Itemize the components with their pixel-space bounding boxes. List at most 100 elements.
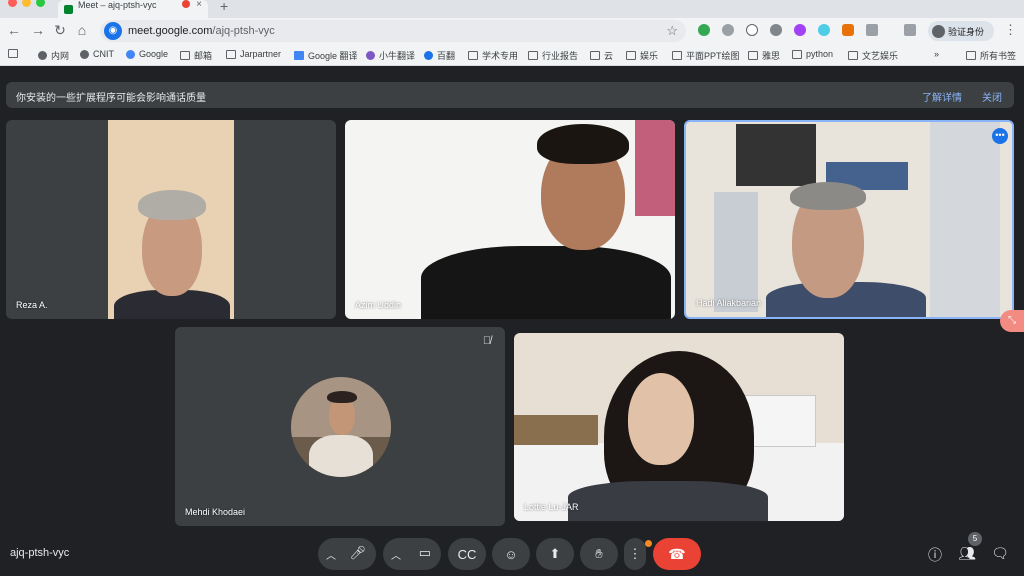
profile-button[interactable]: 验证身份 (928, 21, 994, 41)
folder-icon (226, 49, 236, 59)
people-icon[interactable]: 👥︎ (958, 545, 976, 563)
extension-green-icon[interactable] (698, 24, 710, 36)
forward-icon[interactable]: → (30, 22, 46, 38)
extension-gray-icon[interactable] (770, 24, 782, 36)
download-icon[interactable] (904, 24, 916, 36)
zoom-window-button[interactable] (36, 0, 45, 7)
browser-toolbar: ← → ↻ ⌂ ◉ meet.google.com/ajq-ptsh-vyc ☆… (0, 18, 1024, 44)
reactions-button[interactable]: ☺ (492, 538, 530, 570)
captions-icon: CC (457, 546, 477, 562)
reload-icon[interactable]: ↻ (52, 22, 68, 38)
raise-hand-button[interactable]: ✋︎ (580, 538, 618, 570)
extension-color-icon[interactable] (794, 24, 806, 36)
extension-c-icon[interactable] (746, 24, 758, 36)
bookmark-star-icon[interactable]: ☆ (666, 23, 678, 39)
bookmark-item[interactable]: CNIT (80, 49, 114, 59)
chat-icon[interactable]: 🗨︎ (991, 545, 1009, 563)
globe-icon (366, 51, 375, 60)
globe-icon (80, 49, 89, 59)
bookmark-item[interactable]: 邮箱 (180, 49, 212, 62)
folder-icon (590, 51, 600, 60)
bookmark-item[interactable] (8, 49, 18, 58)
bookmark-item[interactable]: Google 翻译 (294, 49, 358, 62)
address-bar[interactable]: ◉ meet.google.com/ajq-ptsh-vyc ☆ (100, 20, 686, 42)
present-screen-icon: ⬆ (549, 546, 561, 561)
folder-icon (966, 51, 976, 60)
bookmark-item[interactable]: 雅思 (748, 49, 780, 62)
extensions-puzzle-icon[interactable] (866, 24, 878, 36)
more-bookmarks-button[interactable]: » (934, 49, 939, 59)
meeting-details-icon[interactable]: ⓘ (926, 545, 944, 563)
close-window-button[interactable] (8, 0, 17, 7)
globe-icon (38, 51, 47, 60)
translate-icon (294, 51, 304, 60)
bookmark-item[interactable]: Jarpartner (226, 49, 281, 59)
bookmark-item[interactable]: 小牛翻译 (366, 49, 415, 62)
side-panel-tab[interactable]: ⤡ (1000, 310, 1024, 332)
folder-icon (848, 51, 858, 60)
participant-tile-lottie[interactable]: Lottie Lu-JAR (514, 333, 844, 521)
new-tab-button[interactable]: + (220, 0, 236, 14)
captions-button[interactable]: CC (448, 538, 486, 570)
participant-name: Reza A. (16, 300, 48, 310)
globe-icon (424, 51, 433, 60)
leave-call-button[interactable]: ☎︎ (653, 538, 701, 570)
home-icon[interactable]: ⌂ (74, 22, 90, 38)
bookmark-item[interactable]: python (792, 49, 833, 59)
camera-control[interactable]: ︿ ▭ (383, 538, 441, 570)
bookmark-item[interactable]: 娱乐 (626, 49, 658, 62)
bookmark-item[interactable]: 内网 (38, 49, 69, 62)
back-icon[interactable]: ← (6, 22, 22, 38)
bookmark-item[interactable]: 云 (590, 49, 613, 62)
hand-icon: ✋︎ (595, 546, 603, 561)
more-options-button[interactable]: ⋮ (624, 538, 646, 570)
participant-tile-mehdi[interactable]: 🎙̸ Mehdi Khodaei (175, 327, 505, 526)
bookmark-item[interactable]: 文艺娱乐 (848, 49, 898, 62)
bookmark-item[interactable]: 平面PPT绘图 (672, 49, 740, 62)
camera-icon[interactable]: ▭ (419, 545, 431, 561)
minimize-window-button[interactable] (22, 0, 31, 7)
folder-icon (528, 51, 538, 60)
all-bookmarks-button[interactable]: 所有书签 (966, 49, 1016, 62)
microphone-control[interactable]: ︿ 🎤︎ (318, 538, 376, 570)
site-info-icon[interactable]: ◉ (104, 22, 122, 40)
tab-meet[interactable]: Meet – ajq-ptsh-vyc × (58, 0, 208, 18)
banner-close-button[interactable]: 关闭 (982, 89, 1002, 104)
browser-menu-icon[interactable]: ⋮ (1004, 22, 1017, 38)
folder-icon (626, 51, 636, 60)
recording-indicator-icon (182, 0, 190, 8)
participant-name: Azim Uddin (355, 300, 402, 310)
more-options-icon[interactable]: ••• (992, 128, 1008, 144)
bookmark-item[interactable]: Google (126, 49, 168, 59)
extension-teal-icon[interactable] (818, 24, 830, 36)
tab-title: Meet – ajq-ptsh-vyc (78, 0, 157, 10)
participant-name: Lottie Lu-JAR (524, 502, 579, 512)
video-settings-chevron-icon[interactable]: ︿ (391, 547, 401, 562)
participant-tile-reza[interactable]: Reza A. (6, 120, 336, 319)
video-feed (686, 122, 1012, 317)
bookmark-item[interactable]: 学术专用 (468, 49, 518, 62)
bookmark-item[interactable]: 行业报告 (528, 49, 578, 62)
learn-more-link[interactable]: 了解详情 (922, 89, 962, 104)
folder-icon (468, 51, 478, 60)
bookmark-item[interactable]: 百翻 (424, 49, 455, 62)
meet-favicon-icon (64, 4, 73, 14)
notification-dot (645, 540, 652, 547)
participant-name: Hadi Aliakbarian (696, 298, 762, 308)
profile-label: 验证身份 (948, 26, 985, 37)
apps-grid-icon (8, 49, 18, 58)
folder-icon (180, 51, 190, 60)
close-tab-icon[interactable]: × (196, 0, 202, 10)
audio-settings-chevron-icon[interactable]: ︿ (326, 547, 336, 562)
folder-icon (792, 49, 802, 59)
microphone-icon[interactable]: 🎤︎ (349, 545, 366, 561)
present-button[interactable]: ⬆ (536, 538, 574, 570)
video-feed (514, 333, 844, 521)
participant-tile-azim[interactable]: Azim Uddin (345, 120, 675, 319)
extension-pink-icon[interactable] (842, 24, 854, 36)
mic-off-icon: 🎙̸ (482, 335, 492, 347)
extension-camera-icon[interactable] (722, 24, 734, 36)
folder-icon (672, 51, 682, 60)
emoji-icon: ☺ (504, 546, 518, 562)
participant-tile-hadi[interactable]: ••• Hadi Aliakbarian (684, 120, 1014, 319)
